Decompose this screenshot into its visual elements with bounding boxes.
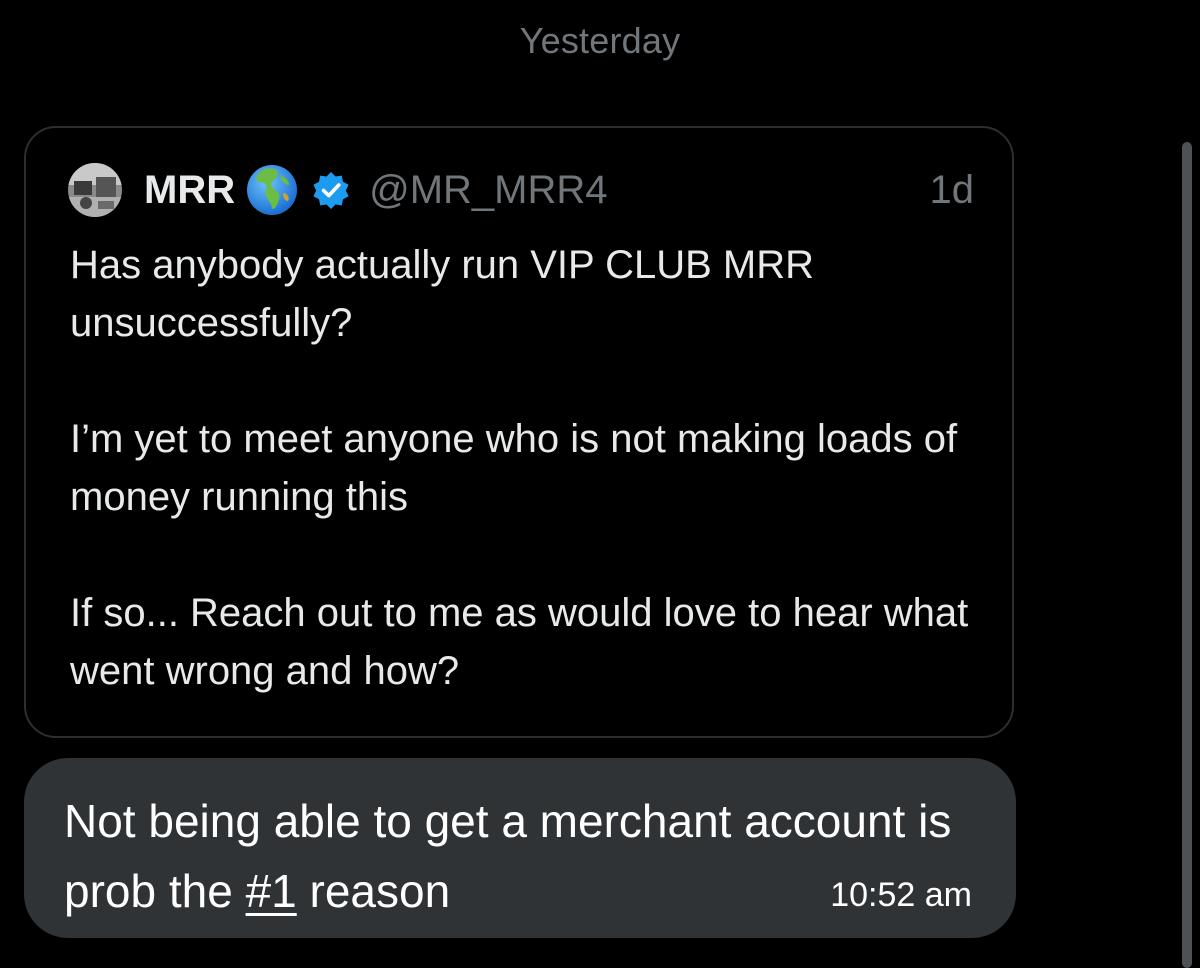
hashtag-link[interactable]: #1	[246, 865, 297, 917]
author-avatar[interactable]	[68, 163, 122, 217]
quoted-post-header: MRR @MR_MRR4 1d	[68, 162, 974, 218]
message-text-start: Not being able to get a merchant account…	[64, 795, 952, 917]
post-time-ago: 1d	[929, 167, 975, 212]
verified-badge-icon	[313, 172, 349, 209]
day-divider: Yesterday	[519, 20, 681, 61]
dm-conversation: Yesterday MRR @MR_MRR4 1d Has anybody ac…	[0, 0, 1200, 968]
scrollbar[interactable]	[1182, 142, 1192, 968]
message-text-end: reason	[296, 865, 451, 917]
quoted-post-text: Has anybody actually run VIP CLUB MRR un…	[70, 243, 969, 693]
author-handle[interactable]: @MR_MRR4	[369, 168, 607, 213]
message-timestamp: 10:52 am	[830, 876, 972, 914]
author-display-name[interactable]: MRR	[144, 168, 235, 213]
globe-icon	[247, 165, 298, 215]
message-bubble[interactable]: Not being able to get a merchant account…	[24, 758, 1016, 938]
quoted-post-card[interactable]: MRR @MR_MRR4 1d Has anybody actually run…	[24, 126, 1014, 738]
